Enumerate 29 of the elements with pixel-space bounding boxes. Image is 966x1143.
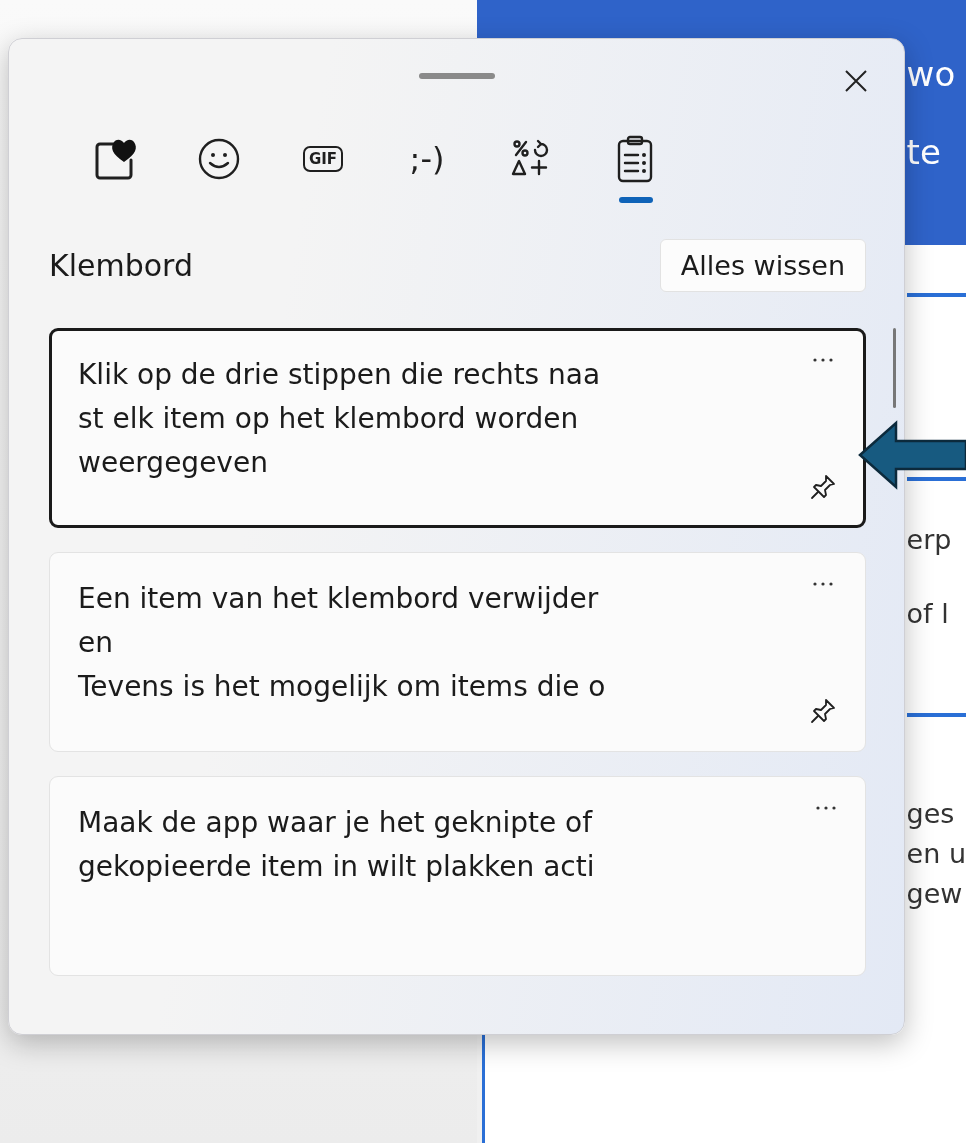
clipboard-item[interactable]: Maak de app waar je het geknipte of gekopieerde item in wilt plakken acti bbox=[49, 776, 866, 976]
scrollbar[interactable] bbox=[893, 328, 896, 408]
drag-handle[interactable] bbox=[418, 73, 495, 79]
page-text: ges bbox=[906, 797, 956, 831]
more-icon bbox=[812, 581, 834, 587]
more-icon bbox=[812, 357, 834, 363]
more-icon bbox=[815, 805, 837, 811]
page-text: of l bbox=[906, 597, 950, 631]
clipboard-item[interactable]: Klik op de drie stippen die rechts naa st elk item op het klembord worden weergegeven bbox=[49, 328, 866, 528]
page-text: en u bbox=[906, 837, 966, 871]
header-text: te bbox=[906, 131, 942, 174]
gif-label: GIF bbox=[302, 146, 344, 172]
clipboard-item[interactable]: Een item van het klembord verwijder en Tevens is het mogelijk om items die o bbox=[49, 552, 866, 752]
clipboard-icon bbox=[615, 135, 655, 183]
page-text: erp bbox=[906, 523, 953, 557]
page-text: gew bbox=[906, 877, 964, 911]
clear-all-button[interactable]: Alles wissen bbox=[659, 239, 866, 292]
smiley-icon bbox=[196, 136, 242, 182]
kaomoji-label: ;-) bbox=[409, 140, 445, 178]
header-text: wo bbox=[906, 53, 957, 96]
pin-icon bbox=[809, 697, 837, 725]
category-tab[interactable]: ;-) bbox=[387, 119, 467, 199]
item-text: Een item van het klembord verwijder en Tevens is het mogelijk om items die o bbox=[78, 581, 607, 705]
item-text: Klik op de drie stippen die rechts naa st elk item op het klembord worden weergegeven bbox=[78, 357, 602, 481]
item-text: Maak de app waar je het geknipte of gekopieerde item in wilt plakken acti bbox=[78, 805, 596, 885]
section-heading: Klembord bbox=[49, 248, 193, 283]
category-tab[interactable]: GIF bbox=[283, 119, 363, 199]
pin-icon bbox=[809, 473, 837, 501]
close-icon bbox=[844, 69, 868, 93]
